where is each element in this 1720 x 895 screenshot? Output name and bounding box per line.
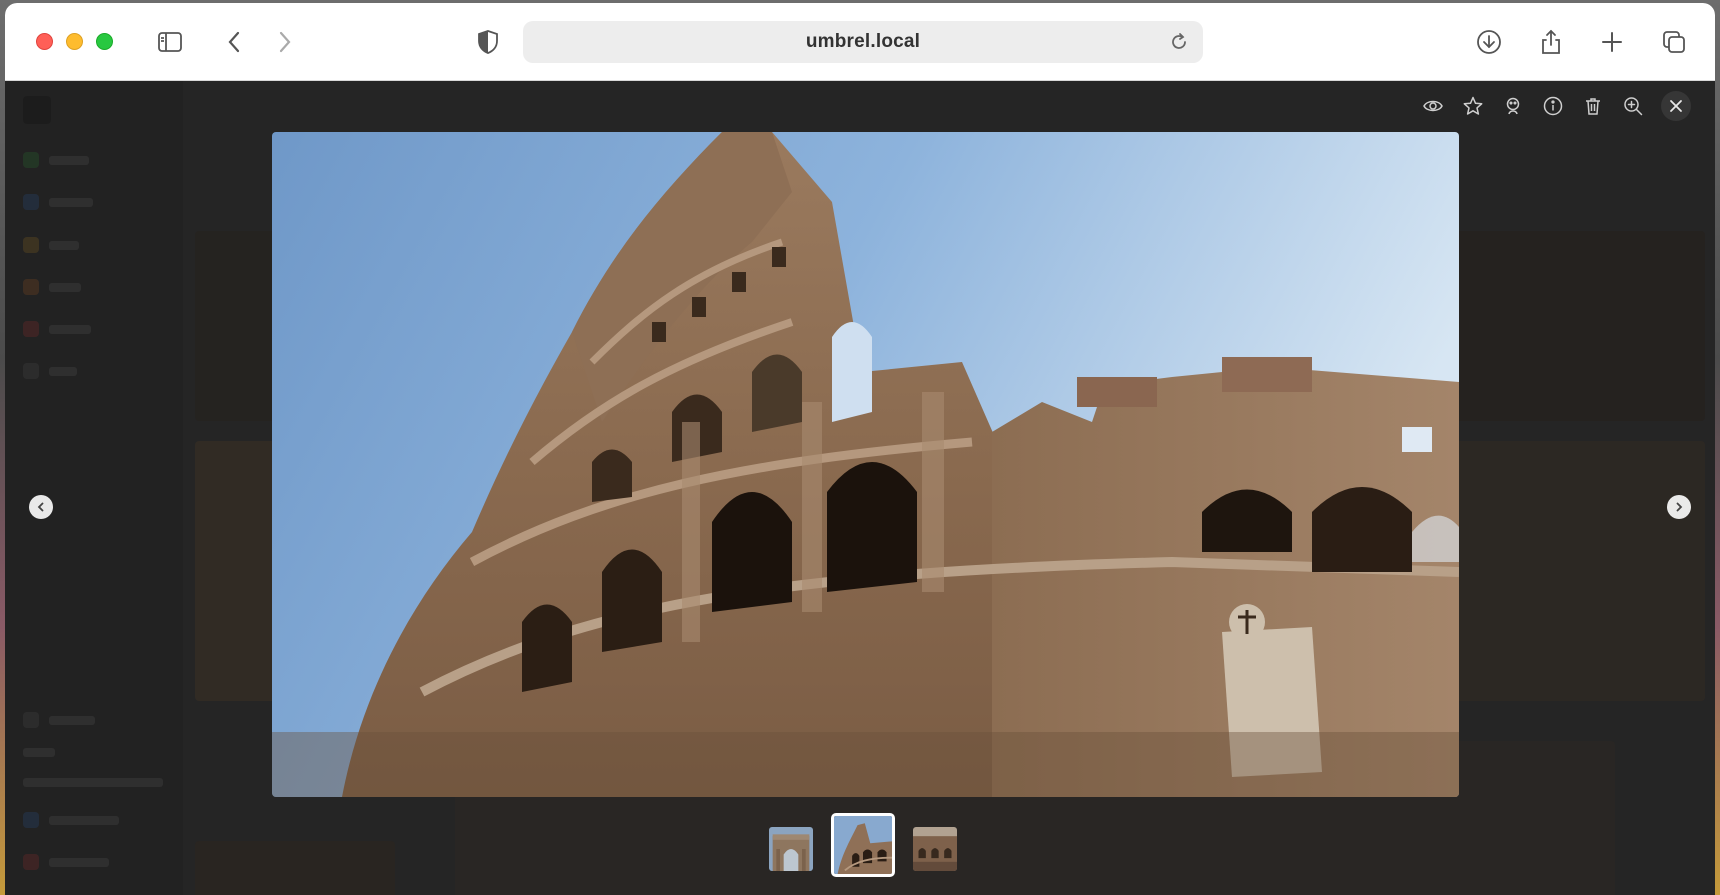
eye-icon [1423, 100, 1443, 112]
thumbnail-colosseum-wall[interactable] [911, 825, 959, 873]
minimize-window-button[interactable] [66, 33, 83, 50]
zoom-window-button[interactable] [96, 33, 113, 50]
thumbnail-strip [767, 813, 959, 877]
thumbnail-arch[interactable] [767, 825, 815, 873]
chevron-right-icon [279, 31, 291, 53]
colosseum-photo [834, 816, 892, 874]
trash-icon [1586, 98, 1600, 115]
colosseum-wall-photo [913, 827, 957, 871]
browser-window: umbrel.local [5, 3, 1715, 895]
chevron-left-icon [37, 502, 44, 512]
arch-photo [769, 827, 813, 871]
faces-button[interactable] [1501, 94, 1525, 118]
zoom-in-button[interactable] [1621, 94, 1645, 118]
chevron-right-icon [1676, 502, 1683, 512]
next-photo-button[interactable] [1667, 495, 1691, 519]
browser-toolbar: umbrel.local [5, 3, 1715, 81]
thumbnail-colosseum[interactable] [831, 813, 895, 877]
info-icon [1543, 96, 1563, 116]
star-icon [1463, 96, 1483, 115]
favorite-button[interactable] [1461, 94, 1485, 118]
forward-button[interactable] [269, 27, 299, 57]
close-icon [1670, 100, 1682, 112]
reload-icon[interactable] [1167, 30, 1191, 54]
download-icon [1477, 30, 1501, 54]
info-button[interactable] [1541, 94, 1565, 118]
new-tab-button[interactable] [1597, 27, 1627, 57]
delete-button[interactable] [1581, 94, 1605, 118]
sidebar-icon [158, 32, 182, 52]
face-icon [1506, 97, 1520, 115]
hide-button[interactable] [1421, 94, 1445, 118]
previous-photo-button[interactable] [29, 495, 53, 519]
privacy-report-button[interactable] [473, 27, 503, 57]
sidebar-toggle-button[interactable] [155, 27, 185, 57]
url-text: umbrel.local [805, 31, 921, 52]
downloads-button[interactable] [1474, 27, 1504, 57]
zoom-in-icon [1624, 97, 1643, 116]
colosseum-photo [272, 132, 1459, 797]
back-button[interactable] [220, 27, 250, 57]
share-icon [1542, 29, 1560, 54]
plus-icon [1602, 32, 1622, 52]
chevron-left-icon [228, 31, 240, 53]
viewer-actions [1421, 91, 1691, 121]
main-photo[interactable] [272, 132, 1459, 797]
shield-icon [478, 30, 498, 54]
address-bar[interactable]: umbrel.local [523, 21, 1203, 63]
tabs-overview-icon [1663, 31, 1685, 53]
tab-overview-button[interactable] [1659, 27, 1689, 57]
share-button[interactable] [1536, 27, 1566, 57]
close-viewer-button[interactable] [1661, 91, 1691, 121]
close-window-button[interactable] [36, 33, 53, 50]
